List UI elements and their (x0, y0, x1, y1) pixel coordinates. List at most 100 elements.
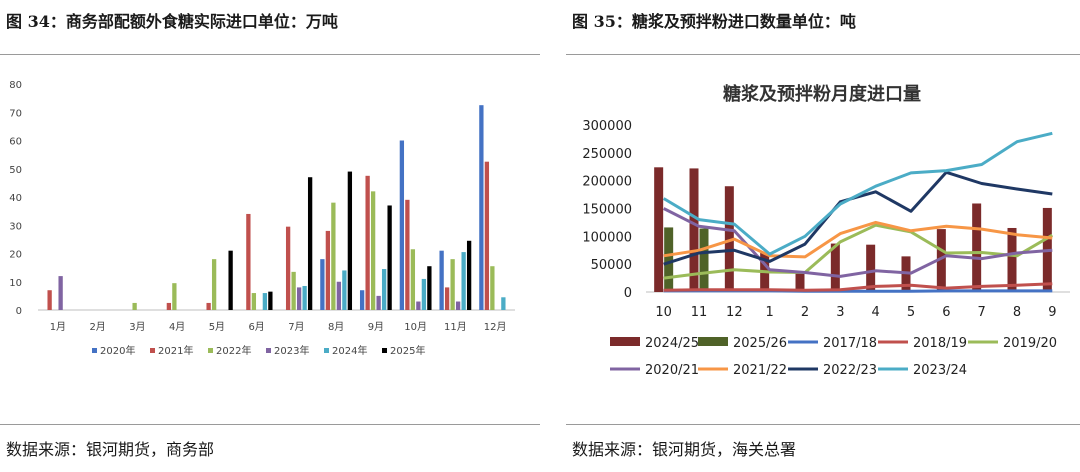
bar-2021年 (484, 161, 490, 310)
legend-swatch (382, 348, 387, 353)
y-tick-label: 50 (9, 165, 22, 176)
bar-2024/25 (866, 244, 876, 292)
bar-2021年 (444, 287, 450, 310)
legend-label: 2024年 (332, 344, 367, 357)
bar-2021年 (206, 302, 211, 310)
bar-2022年 (251, 293, 257, 310)
y-tick-label: 20 (9, 250, 22, 261)
y-tick-label: 100000 (582, 230, 632, 245)
legend-label: 2023/24 (913, 363, 967, 378)
legend-label: 2021年 (158, 344, 193, 357)
bar-2024年 (461, 252, 466, 310)
line-2018/19 (663, 282, 1053, 292)
bar-2025年 (307, 177, 313, 310)
x-tick-label: 10月 (404, 321, 427, 333)
x-tick-label: 11 (691, 305, 708, 320)
bar-2023年 (376, 295, 381, 310)
bar-2025/26 (664, 227, 674, 292)
legend-swatch (266, 348, 271, 353)
bar-2024年 (342, 270, 347, 310)
bar-2022年 (450, 259, 455, 310)
right-figure-panel: 图 35：糖浆及预拌粉进口数量单位：吨 糖浆及预拌粉月度进口量 0 50000 100… (566, 0, 1080, 472)
legend-label: 2017/18 (823, 336, 877, 351)
x-tick-label: 6 (942, 305, 950, 320)
bar-2020年 (439, 250, 444, 310)
bar-2025年 (228, 250, 233, 310)
legend-label: 2025/26 (733, 336, 787, 351)
legend-label: 2023年 (274, 344, 309, 357)
bar-2025/26 (699, 228, 709, 292)
bar-2023年 (416, 301, 421, 310)
x-tick-label: 2 (801, 305, 809, 320)
bar-2023年 (455, 301, 461, 310)
x-tick-label: 7 (978, 305, 986, 320)
legend-label: 2020/21 (645, 363, 699, 378)
bar-2021年 (365, 175, 370, 310)
bar-2025年 (427, 266, 432, 310)
bar-2022年 (370, 191, 376, 310)
x-tick-label: 6月 (248, 321, 264, 333)
x-tick-label: 10 (655, 305, 672, 320)
y-tick-label: 60 (9, 137, 22, 148)
legend-label: 2018/19 (913, 336, 967, 351)
bar-2022年 (410, 249, 416, 310)
right-top-rule (566, 54, 1080, 55)
legend-swatch (92, 348, 97, 353)
legend-label: 2020年 (100, 344, 135, 357)
bar-2021年 (246, 213, 251, 310)
x-tick-label: 3月 (129, 321, 145, 333)
x-tick-label: 4月 (169, 321, 185, 333)
chart-title: 糖浆及预拌粉月度进口量 (723, 83, 921, 105)
legend-label: 2022/23 (823, 363, 877, 378)
bar-2021年 (166, 302, 172, 310)
bar-2022年 (172, 283, 177, 310)
bar-2023年 (336, 281, 342, 310)
x-tick-label: 7月 (288, 321, 304, 333)
y-tick-label: 250000 (582, 147, 632, 162)
left-bar-chart: 0 10 20 30 40 50 60 70 80 1月 2月 3月 4月 5月 6月 7月 8月 9月 10月 11… (9, 80, 515, 357)
x-tick-label: 11月 (444, 321, 467, 333)
y-tick-label: 300000 (582, 119, 632, 134)
y-tick-label: 70 (9, 108, 22, 119)
legend-label: 2021/22 (733, 363, 787, 378)
bar-2025年 (466, 240, 472, 310)
line-2023/24 (662, 131, 1053, 256)
bar-2020年 (359, 290, 365, 310)
bar-2021年 (325, 230, 331, 310)
x-tick-label: 9月 (368, 321, 384, 333)
bar-2021年 (405, 199, 410, 310)
bar-2025年 (347, 171, 353, 310)
x-tick-label: 1月 (50, 321, 66, 333)
right-figure-title: 图 35：糖浆及预拌粉进口数量单位：吨 (572, 12, 856, 31)
y-tick-label: 0 (624, 286, 632, 301)
x-tick-label: 1 (766, 305, 774, 320)
bar-2022年 (490, 266, 495, 310)
bar-2024年 (381, 269, 387, 310)
legend-label: 2025年 (390, 344, 425, 357)
bar-2024/25 (654, 167, 664, 292)
x-tick-label: 9 (1048, 305, 1056, 320)
bar-2024/25 (972, 203, 982, 292)
right-source-note: 数据来源：银河期货，海关总署 (572, 440, 797, 459)
x-tick-label: 8月 (328, 321, 344, 333)
y-tick-label: 150000 (582, 203, 632, 218)
x-tick-label: 12月 (484, 321, 507, 333)
bar-2020年 (399, 140, 405, 310)
left-figure-panel: 图 34：商务部配额外食糖实际进口单位：万吨 0 10 20 30 40 50 60 70 80… (0, 0, 540, 472)
bar-2025年 (387, 205, 392, 310)
left-bottom-rule (0, 424, 540, 425)
legend-label: 2024/25 (645, 336, 699, 351)
bar-2021年 (47, 290, 52, 310)
bar-2022年 (211, 259, 217, 310)
y-tick-label: 10 (9, 278, 22, 289)
bar-2023年 (58, 276, 63, 310)
left-figure-title: 图 34：商务部配额外食糖实际进口单位：万吨 (6, 12, 338, 31)
x-tick-label: 5月 (209, 321, 225, 333)
legend-swatch (150, 348, 155, 353)
legend-label: 2019/20 (1003, 336, 1057, 351)
legend-swatch (208, 348, 213, 353)
x-tick-label: 4 (872, 305, 880, 320)
y-tick-label: 40 (9, 193, 22, 204)
y-tick-label: 0 (16, 306, 22, 317)
x-tick-label: 3 (836, 305, 844, 320)
